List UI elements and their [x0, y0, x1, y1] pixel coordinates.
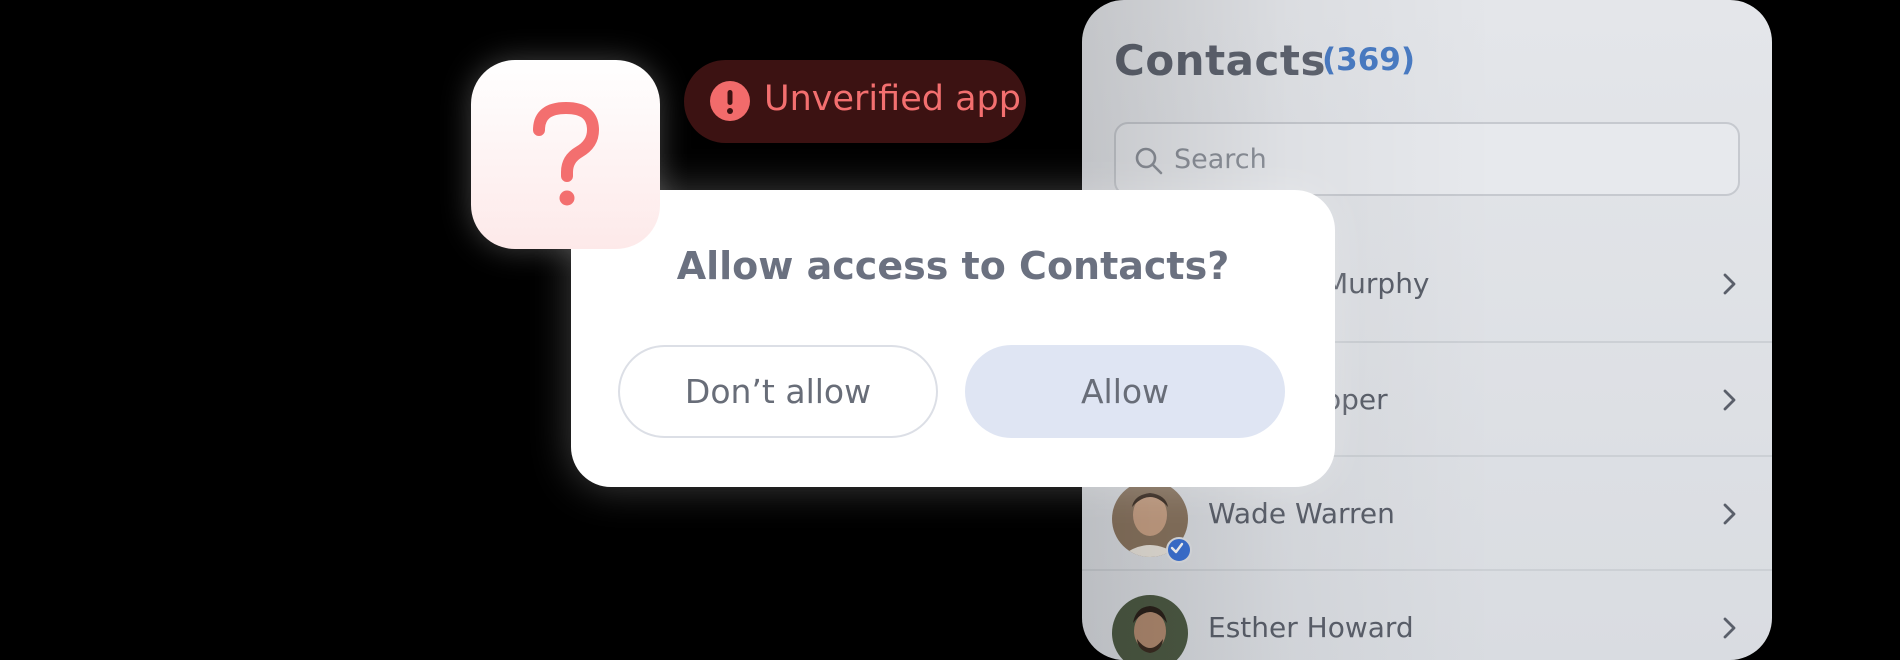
contact-name: Esther Howard [1208, 611, 1414, 644]
search-input[interactable]: Search [1114, 122, 1740, 196]
alert-circle-icon [710, 81, 750, 121]
dont-allow-button[interactable]: Don’t allow [618, 345, 938, 438]
contacts-title: Contacts [1114, 36, 1326, 85]
chevron-right-icon [1723, 389, 1736, 411]
allow-button[interactable]: Allow [965, 345, 1285, 438]
dialog-title: Allow access to Contacts? [676, 244, 1230, 288]
chevron-right-icon [1723, 503, 1736, 525]
question-mark-icon [533, 102, 599, 206]
badge-label: Unverified app [764, 79, 1021, 119]
contact-name: Wade Warren [1208, 497, 1395, 530]
app-icon [471, 60, 660, 249]
permission-dialog: Allow access to Contacts? Don’t allow Al… [571, 190, 1335, 487]
verified-check-icon [1166, 537, 1192, 563]
avatar [1112, 595, 1188, 660]
search-icon [1135, 147, 1163, 175]
contact-row[interactable]: Esther Howard [1082, 569, 1772, 660]
chevron-right-icon [1723, 273, 1736, 295]
contact-name: Murphy [1324, 267, 1430, 300]
unverified-app-badge: Unverified app [684, 60, 1026, 143]
search-placeholder: Search [1174, 144, 1267, 175]
contacts-count: (369) [1322, 42, 1416, 78]
chevron-right-icon [1723, 617, 1736, 639]
